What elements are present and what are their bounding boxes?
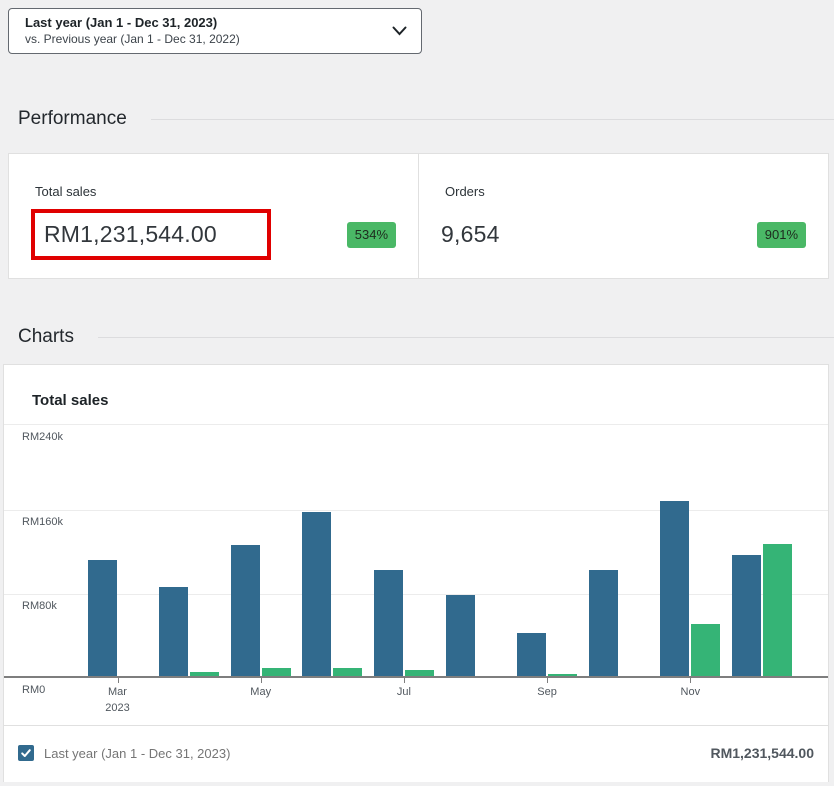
- x-axis-label: Sep: [537, 684, 557, 700]
- heading-divider: [98, 337, 834, 338]
- performance-section-heading: Performance: [18, 108, 834, 130]
- x-axis-label: Mar2023: [105, 684, 129, 716]
- gridline: [4, 510, 828, 511]
- y-axis-label: RM160k: [22, 516, 63, 528]
- chart-bar[interactable]: [190, 672, 219, 676]
- orders-change-badge: 901%: [757, 222, 806, 248]
- heading-divider: [151, 119, 834, 120]
- date-range-selector[interactable]: Last year (Jan 1 - Dec 31, 2023) vs. Pre…: [8, 8, 422, 54]
- x-axis-tick: [404, 678, 405, 683]
- chevron-down-icon: [392, 26, 407, 36]
- chart-bar[interactable]: [548, 674, 577, 676]
- performance-heading-text: Performance: [18, 108, 127, 130]
- chart-bar[interactable]: [691, 624, 720, 676]
- x-axis-tick: [118, 678, 119, 683]
- orders-label: Orders: [441, 154, 806, 199]
- x-axis-label: Nov: [681, 684, 701, 700]
- legend-series-total: RM1,231,544.00: [710, 745, 814, 761]
- x-axis-label: May: [250, 684, 271, 700]
- chart-plot: RM240k RM160k RM80k: [4, 424, 828, 678]
- chart-xaxis: RM0 Mar2023 May Jul Sep Nov: [4, 678, 828, 725]
- x-axis-label: Jul: [397, 684, 411, 700]
- date-range-texts: Last year (Jan 1 - Dec 31, 2023) vs. Pre…: [25, 14, 392, 48]
- chart-bar[interactable]: [405, 670, 434, 676]
- checkmark-icon: [20, 747, 32, 759]
- x-axis-tick: [261, 678, 262, 683]
- chart-bar[interactable]: [660, 501, 689, 676]
- chart-bar[interactable]: [302, 512, 331, 676]
- y-axis-label-zero: RM0: [22, 684, 45, 696]
- chart-bar[interactable]: [732, 555, 761, 676]
- total-sales-change-badge: 534%: [347, 222, 396, 248]
- performance-cards: Total sales RM1,231,544.00 534% Orders 9…: [8, 153, 829, 279]
- orders-card: Orders 9,654 901%: [418, 154, 828, 278]
- charts-heading-text: Charts: [18, 326, 74, 348]
- legend-checkbox[interactable]: [18, 745, 34, 761]
- chart-bar[interactable]: [517, 633, 546, 676]
- y-axis-label: RM80k: [22, 600, 57, 612]
- chart-bar[interactable]: [159, 587, 188, 676]
- chart-bar[interactable]: [589, 570, 618, 676]
- y-axis-label: RM240k: [22, 431, 63, 443]
- chart-bar[interactable]: [231, 545, 260, 676]
- chart-bar[interactable]: [374, 570, 403, 676]
- chart-title: Total sales: [4, 365, 828, 409]
- total-sales-card: Total sales RM1,231,544.00 534%: [9, 154, 418, 278]
- gridline: [4, 594, 828, 595]
- x-axis-sublabel: 2023: [105, 700, 129, 716]
- chart-bar[interactable]: [262, 668, 291, 676]
- chart-bar[interactable]: [763, 544, 792, 676]
- orders-value: 9,654: [441, 221, 500, 248]
- x-axis-tick: [547, 678, 548, 683]
- chart-bar[interactable]: [88, 560, 117, 676]
- chart-bar[interactable]: [446, 595, 475, 677]
- legend-series-label[interactable]: Last year (Jan 1 - Dec 31, 2023): [44, 746, 230, 761]
- x-axis-tick: [690, 678, 691, 683]
- charts-section-heading: Charts: [18, 326, 834, 348]
- chart-legend: Last year (Jan 1 - Dec 31, 2023) RM1,231…: [4, 725, 828, 780]
- red-annotation-box: RM1,231,544.00: [31, 209, 271, 260]
- total-sales-label: Total sales: [31, 154, 396, 199]
- chart-bar[interactable]: [333, 668, 362, 676]
- date-range-secondary: vs. Previous year (Jan 1 - Dec 31, 2022): [25, 31, 392, 48]
- total-sales-value: RM1,231,544.00: [44, 221, 217, 248]
- total-sales-chart-card: Total sales RM240k RM160k RM80k RM0 Mar2023…: [3, 364, 829, 782]
- date-range-primary: Last year (Jan 1 - Dec 31, 2023): [25, 14, 392, 31]
